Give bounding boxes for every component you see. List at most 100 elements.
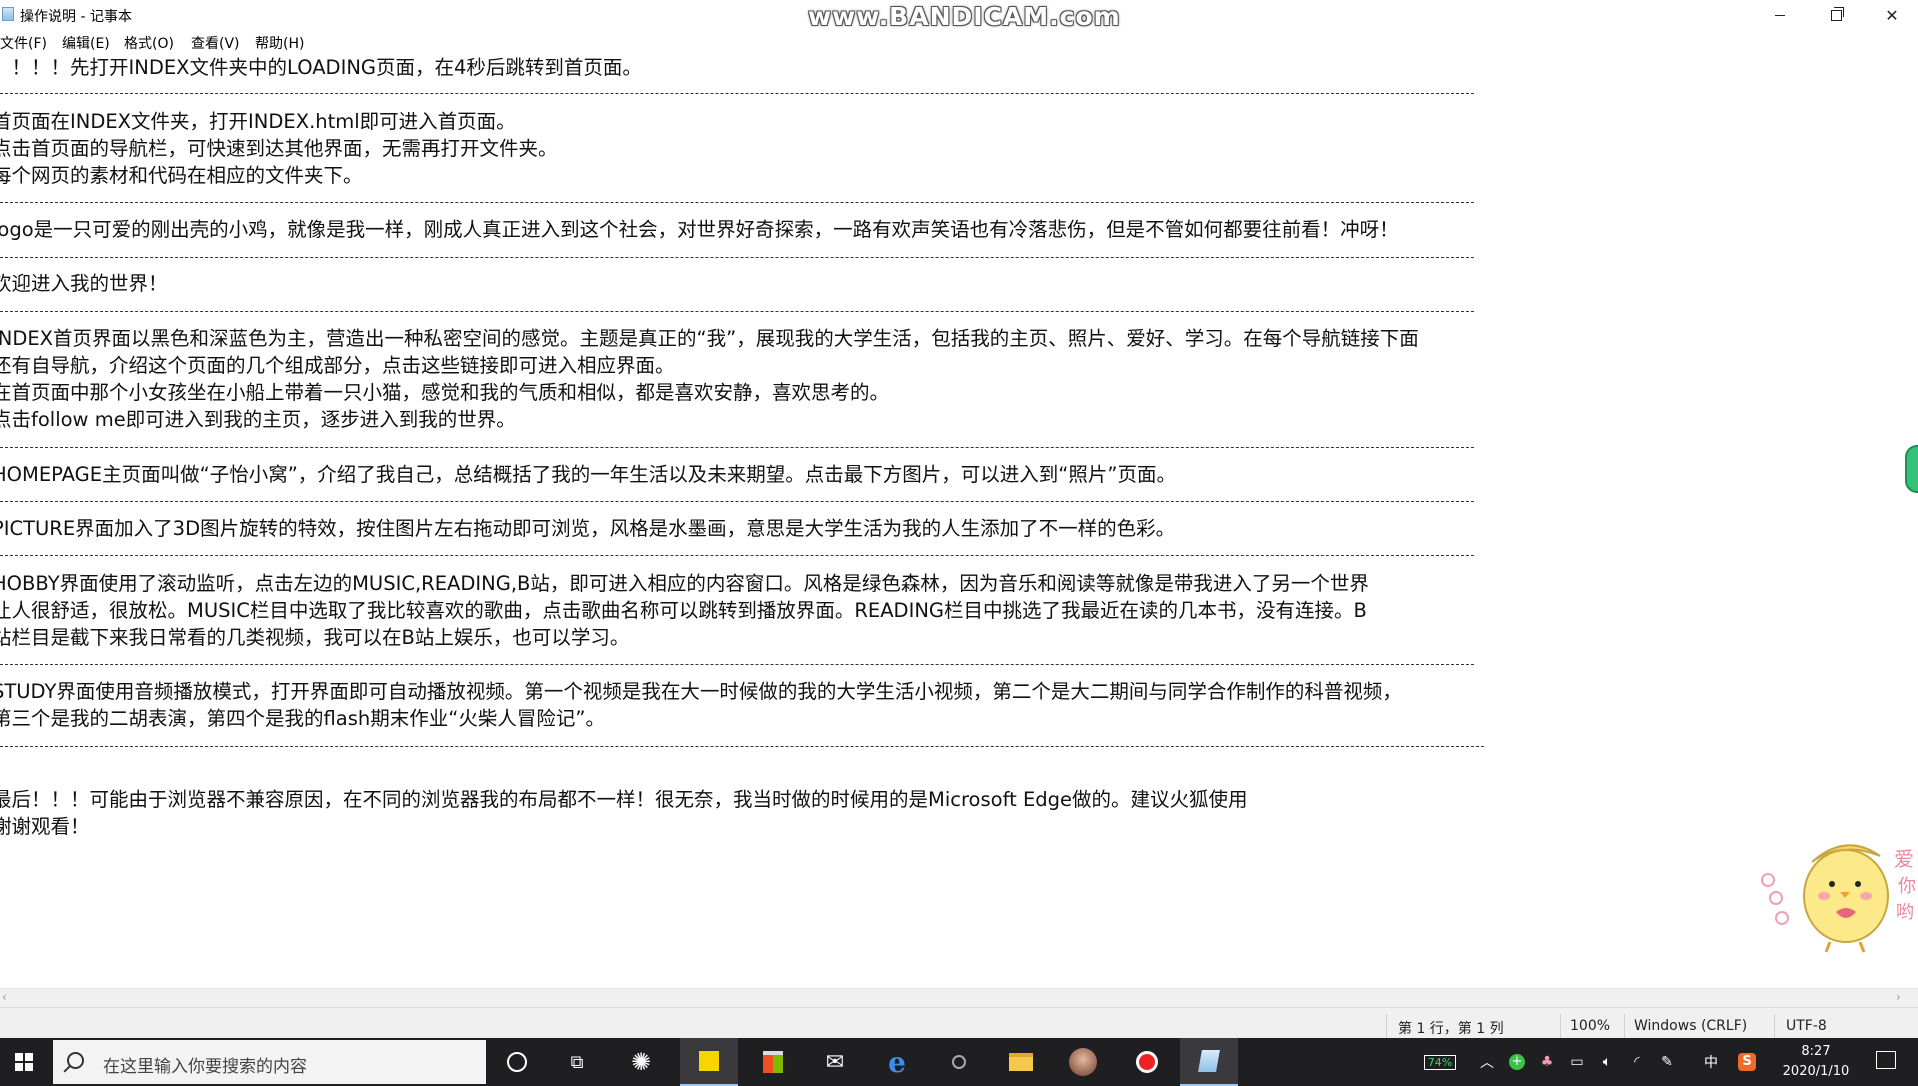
text-line: 点击首页面的导航栏，可快速到达其他界面，无需再打开文件夹。 (0, 137, 558, 160)
record-icon (1136, 1051, 1158, 1073)
divider (0, 555, 1474, 556)
line-ending: Windows (CRLF) (1634, 1018, 1748, 1034)
encoding: UTF-8 (1786, 1018, 1827, 1034)
taskbar-search[interactable]: 在这里输入你要搜索的内容 (53, 1040, 486, 1084)
divider (0, 202, 1474, 203)
recording-watermark: www.BANDICAM.com (808, 2, 1121, 31)
status-separator (1774, 1014, 1775, 1040)
text-editor[interactable]: ！！！！先打开INDEX文件夹中的LOADING页面，在4秒后跳转到首页面。 首… (0, 54, 1910, 988)
divider (0, 501, 1474, 502)
pen-button[interactable]: ✎ (1654, 1038, 1680, 1086)
divider (0, 746, 1484, 747)
tray-battery[interactable]: ▭ (1564, 1038, 1590, 1086)
taskbar-app-mail[interactable]: ✉ (806, 1038, 864, 1086)
zoom-level: 100% (1570, 1018, 1611, 1034)
taskbar: 在这里输入你要搜索的内容 ⧉ ✺ ✉ e 74% ︿ + ♣ ▭ 🔈︎ ◜ ✎ … (0, 1038, 1918, 1086)
cortana-icon (507, 1052, 527, 1072)
taskbar-app-circle[interactable] (930, 1038, 988, 1086)
text-line: STUDY界面使用音频播放模式，打开界面即可自动播放视频。第一个视频是我在大一时… (0, 680, 1402, 703)
volume-button[interactable]: 🔈︎ (1594, 1038, 1620, 1086)
taskbar-app-bandicam[interactable] (1118, 1038, 1176, 1086)
divider (0, 257, 1474, 258)
text-line: 点击follow me即可进入到我的主页，逐步进入到我的世界。 (0, 408, 516, 431)
tray-app-sogou[interactable]: S (1734, 1038, 1760, 1086)
svg-text:你: 你 (1898, 876, 1916, 897)
taskbar-app-file-explorer[interactable] (992, 1038, 1050, 1086)
photo-avatar-icon (1069, 1048, 1097, 1076)
divider (0, 447, 1474, 448)
battery-indicator[interactable]: 74% (1416, 1038, 1464, 1086)
scroll-right-icon[interactable]: › (1896, 990, 1901, 1004)
status-separator (1386, 1014, 1387, 1040)
tray-app-green[interactable]: + (1504, 1038, 1530, 1086)
text-line: 首页面在INDEX文件夹，打开INDEX.html即可进入首页面。 (0, 110, 516, 133)
text-line: 最后！！！可能由于浏览器不兼容原因，在不同的浏览器我的布局都不一样！很无奈，我当… (0, 788, 1248, 811)
text-line: 谢谢观看！ (0, 815, 90, 838)
search-placeholder: 在这里输入你要搜索的内容 (103, 1057, 307, 1077)
text-line: 还有自导航，介绍这个页面的几个组成部分，点击这些链接即可进入相应界面。 (0, 354, 675, 377)
close-icon: ✕ (1885, 5, 1899, 25)
svg-text:哟: 哟 (1896, 902, 1914, 923)
text-line: HOMEPAGE主页面叫做“子怡小窝”，介绍了我自己，总结概括了我的一年生活以及… (0, 463, 1177, 486)
menu-format[interactable]: 格式(O) (124, 33, 174, 53)
clock-time: 8:27 (1801, 1044, 1831, 1059)
close-button[interactable]: ✕ (1864, 0, 1918, 30)
cortana-button[interactable] (488, 1038, 546, 1086)
text-line: 第三个是我的二胡表演，第四个是我的flash期末作业“火柴人冒险记”。 (0, 707, 605, 730)
clock-date: 2020/1/10 (1782, 1064, 1850, 1079)
menu-help[interactable]: 帮助(H) (255, 33, 304, 53)
notepad-icon (1198, 1050, 1220, 1072)
taskbar-app-pinwheel[interactable]: ✺ (612, 1038, 670, 1086)
menu-edit[interactable]: 编辑(E) (62, 33, 110, 53)
text-line: HOBBY界面使用了滚动监听，点击左边的MUSIC,READING,B站，即可进… (0, 572, 1369, 595)
tray-app-pink[interactable]: ♣ (1534, 1038, 1560, 1086)
sticky-notes-icon (699, 1051, 719, 1071)
chevron-up-icon: ︿ (1480, 1055, 1494, 1071)
text-line: PICTURE界面加入了3D图片旋转的特效，按住图片左右拖动即可浏览，风格是水墨… (0, 517, 1176, 540)
network-button[interactable]: ◜ (1624, 1038, 1650, 1086)
text-line: ！！！！先打开INDEX文件夹中的LOADING页面，在4秒后跳转到首页面。 (0, 56, 642, 79)
chick-sticker-icon: 爱 你 哟 (1761, 844, 1916, 953)
sogou-icon: S (1738, 1053, 1756, 1071)
cursor-position: 第 1 行，第 1 列 (1398, 1021, 1504, 1037)
ime-indicator[interactable]: 中 (1698, 1038, 1724, 1086)
pink-app-icon: ♣ (1540, 1054, 1554, 1070)
taskbar-app-photo[interactable] (1054, 1038, 1112, 1086)
circle-app-icon (952, 1055, 966, 1069)
store-icon (763, 1051, 783, 1073)
maximize-button[interactable] (1808, 0, 1864, 30)
text-line: 欢迎进入我的世界！ (0, 272, 168, 295)
menu-bar: 文件(F) 编辑(E) 格式(O) 查看(V) 帮助(H) (0, 30, 1918, 52)
power-icon: ▭ (1570, 1054, 1584, 1070)
show-hidden-icons[interactable]: ︿ (1474, 1038, 1500, 1086)
floating-assistant-handle[interactable] (1905, 445, 1918, 493)
taskbar-app-edge[interactable]: e (868, 1038, 926, 1086)
text-line: logo是一只可爱的刚出壳的小鸡，就像是我一样，刚成人真正进入到这个社会，对世界… (0, 218, 1399, 241)
pinwheel-icon: ✺ (630, 1048, 652, 1076)
system-clock[interactable]: 8:27 2020/1/10 (1766, 1042, 1866, 1082)
search-icon (67, 1052, 84, 1069)
horizontal-scrollbar[interactable]: ‹ › (0, 988, 1918, 1007)
folder-icon (1009, 1053, 1033, 1071)
task-view-button[interactable]: ⧉ (548, 1038, 606, 1086)
restore-icon (1830, 6, 1844, 21)
taskbar-app-store[interactable] (744, 1038, 802, 1086)
menu-file[interactable]: 文件(F) (0, 33, 47, 53)
green-plus-icon: + (1509, 1054, 1525, 1070)
text-line: 让人很舒适，很放松。MUSIC栏目中选取了我比较喜欢的歌曲，点击歌曲名称可以跳转… (0, 599, 1367, 622)
start-button[interactable] (0, 1038, 48, 1086)
minimize-button[interactable] (1752, 0, 1808, 30)
scroll-left-icon[interactable]: ‹ (2, 990, 7, 1004)
minimize-icon (1775, 14, 1785, 16)
taskbar-app-sticky-notes[interactable] (680, 1038, 738, 1086)
notification-center-icon[interactable] (1876, 1051, 1896, 1069)
taskbar-app-notepad[interactable] (1180, 1038, 1238, 1086)
window-title: 操作说明 - 记事本 (20, 9, 132, 25)
menu-view[interactable]: 查看(V) (191, 33, 240, 53)
status-separator (1624, 1014, 1625, 1040)
pen-icon: ✎ (1661, 1054, 1673, 1070)
windows-logo-icon (15, 1053, 33, 1071)
status-separator (1560, 1014, 1561, 1040)
text-line: 站栏目是截下来我日常看的几类视频，我可以在B站上娱乐，也可以学习。 (0, 626, 630, 649)
mail-icon: ✉ (825, 1049, 845, 1075)
